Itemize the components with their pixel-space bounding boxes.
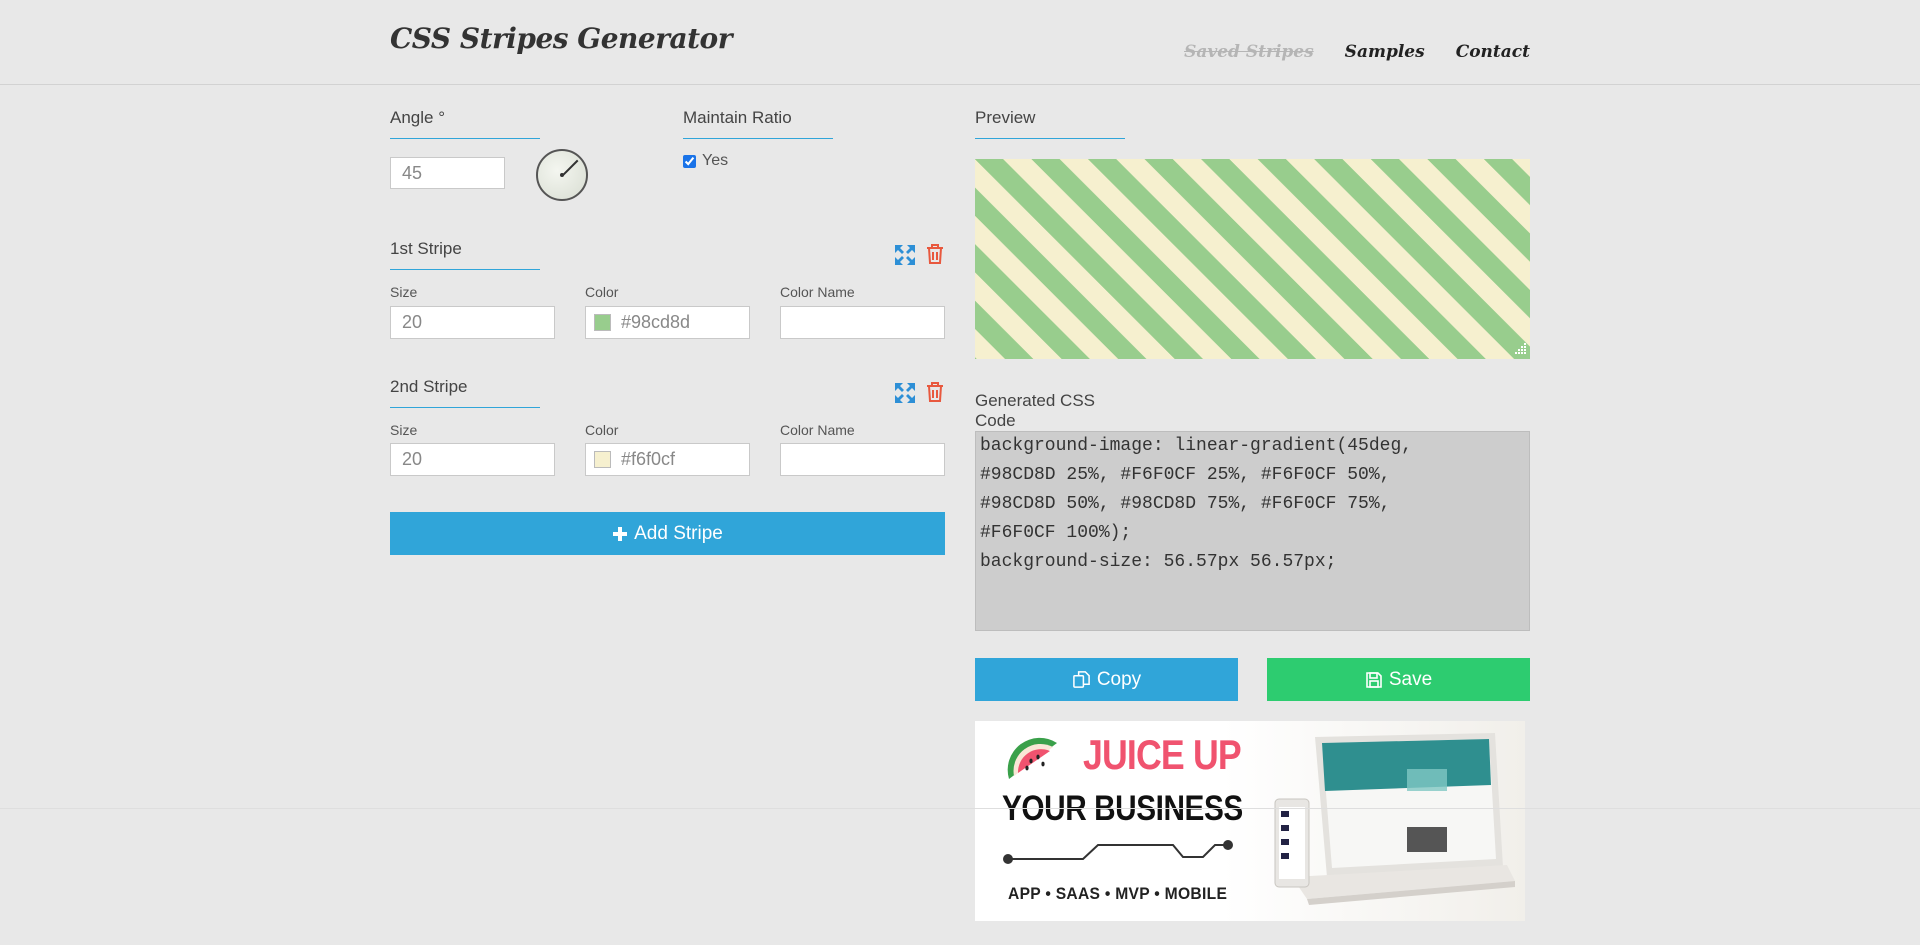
copy-button[interactable]: Copy	[975, 658, 1238, 701]
trash-icon[interactable]	[923, 242, 947, 266]
save-label: Save	[1388, 668, 1433, 690]
expand-icon[interactable]	[893, 243, 917, 267]
stripe-2-title: 2nd Stripe	[390, 377, 540, 408]
nav-samples[interactable]: Samples	[1345, 42, 1425, 62]
resize-handle-icon[interactable]	[1512, 341, 1528, 357]
main-nav: Saved Stripes Samples Contact	[1184, 42, 1530, 62]
ad-banner[interactable]: JUICE UP YOUR BUSINESS APP • SAAS • MVP …	[975, 721, 1525, 921]
stripe-2-size-input[interactable]	[390, 443, 555, 476]
maintain-ratio-label: Maintain Ratio	[683, 108, 833, 139]
site-logo[interactable]: CSS Stripes Generator	[390, 22, 732, 55]
stripe-1-color-name-input[interactable]	[780, 306, 945, 339]
preview-label: Preview	[975, 108, 1125, 139]
generated-css-code[interactable]: background-image: linear-gradient(45deg,…	[975, 431, 1530, 631]
stripe-1-color-name-label: Color Name	[780, 284, 855, 300]
header: CSS Stripes Generator Saved Stripes Samp…	[0, 0, 1920, 85]
stripe-2-color-value: #f6f0cf	[621, 449, 676, 469]
angle-label: Angle °	[390, 108, 540, 139]
nav-saved-stripes[interactable]: Saved Stripes	[1184, 42, 1314, 62]
stripes-preview	[975, 159, 1530, 359]
dial-center	[560, 173, 564, 177]
add-stripe-button[interactable]: Add Stripe	[390, 512, 945, 555]
stripe-2-color-label: Color	[585, 422, 619, 438]
stripe-2-color-name-input[interactable]	[780, 443, 945, 476]
copy-icon	[1072, 671, 1090, 688]
watermelon-icon	[1007, 737, 1057, 779]
stripe-1-size-input[interactable]	[390, 306, 555, 339]
laptop-illustration	[1274, 733, 1515, 905]
angle-dial[interactable]	[536, 149, 588, 201]
stripe-1-color-value: #98cd8d	[621, 312, 691, 332]
stripe-1-color-label: Color	[585, 284, 619, 300]
maintain-ratio-option[interactable]: Yes	[683, 152, 728, 170]
maintain-ratio-yes-label: Yes	[702, 152, 729, 169]
ad-headline-2: YOUR BUSINESS	[1002, 789, 1243, 828]
ad-headline-1: JUICE UP	[1083, 731, 1242, 778]
add-stripe-label: Add Stripe	[634, 522, 723, 544]
nav-contact[interactable]: Contact	[1456, 42, 1530, 62]
angle-input[interactable]	[390, 157, 505, 189]
save-button[interactable]: Save	[1267, 658, 1530, 701]
stripe-1-color-swatch[interactable]	[594, 314, 611, 331]
footer-divider	[0, 808, 1920, 809]
stripe-2-color-name-label: Color Name	[780, 422, 855, 438]
stripe-1-size-label: Size	[390, 284, 418, 300]
ad-tagline: APP • SAAS • MVP • MOBILE	[1008, 884, 1228, 903]
stripe-2-color-input[interactable]: #f6f0cf	[585, 443, 750, 476]
stripe-2-size-label: Size	[390, 422, 418, 438]
trash-icon[interactable]	[923, 380, 947, 404]
ad-line-graphic	[1003, 840, 1233, 864]
plus-icon	[613, 526, 628, 541]
floppy-disk-icon	[1366, 671, 1382, 688]
stripe-2-color-swatch[interactable]	[594, 451, 611, 468]
maintain-ratio-checkbox[interactable]	[683, 154, 696, 168]
copy-label: Copy	[1096, 668, 1142, 690]
expand-icon[interactable]	[893, 381, 917, 405]
stripe-1-color-input[interactable]: #98cd8d	[585, 306, 750, 339]
stripe-1-title: 1st Stripe	[390, 239, 540, 270]
